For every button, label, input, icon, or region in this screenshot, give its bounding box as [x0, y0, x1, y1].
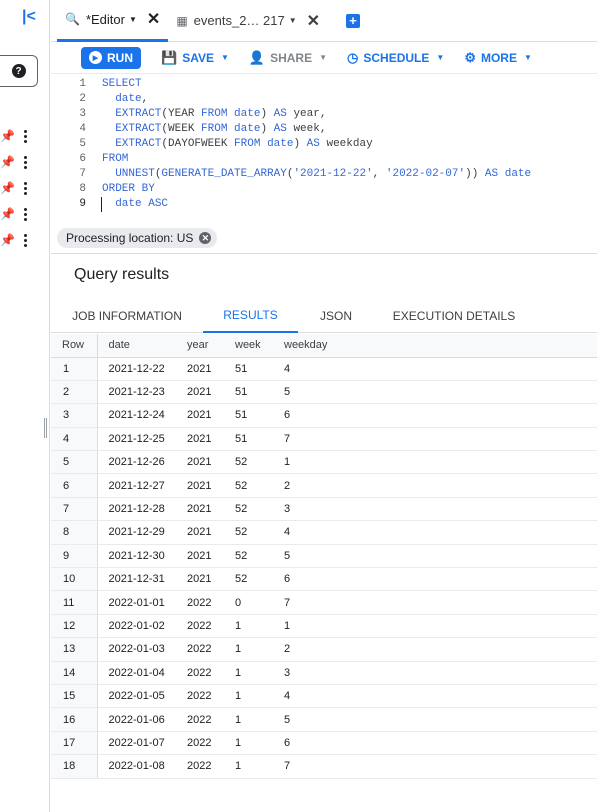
pin-icon[interactable]: 📌	[0, 129, 15, 143]
schedule-button[interactable]: ◷ SCHEDULE ▼	[347, 50, 444, 66]
pin-icon[interactable]: 📌	[0, 233, 15, 247]
line-number: 9	[79, 198, 86, 210]
line-number: 3	[79, 108, 86, 120]
chevron-down-icon[interactable]: ▼	[129, 15, 137, 24]
tab-label: *Editor	[85, 11, 125, 27]
run-label: RUN	[107, 50, 133, 65]
more-vert-icon[interactable]	[24, 182, 28, 197]
code-line: FROM	[102, 153, 129, 165]
pinned-item[interactable]: 📌	[0, 127, 40, 147]
close-icon[interactable]: ✕	[307, 11, 320, 31]
tab-execution-details[interactable]: EXECUTION DETAILS	[374, 298, 534, 333]
pinned-item[interactable]: 📌	[0, 205, 40, 225]
tab-job-information[interactable]: JOB INFORMATION	[51, 298, 203, 333]
save-button[interactable]: 💾 SAVE ▼	[161, 50, 229, 66]
tab-editor[interactable]: 🔍 *Editor ▼ ✕	[57, 0, 169, 42]
code-line: date,	[115, 93, 149, 105]
pinned-item[interactable]: 📌	[0, 179, 40, 199]
code-line: date ASC	[115, 198, 169, 210]
resize-handle[interactable]	[44, 418, 47, 438]
sql-editor[interactable]: 1 SELECT 2 date, 3 EXTRACT(YEAR FROM date…	[51, 77, 597, 225]
pin-icon[interactable]: 📌	[0, 207, 15, 221]
run-button[interactable]: ▶ RUN	[81, 46, 141, 69]
save-icon: 💾	[161, 49, 178, 65]
gear-icon: ⚙	[464, 49, 476, 65]
clock-icon: ◷	[347, 49, 359, 65]
processing-location-label: Processing location: US	[66, 231, 194, 245]
tab-results[interactable]: RESULTS	[203, 298, 298, 333]
left-sidebar: |< ? 📌 📌 📌 📌 📌	[0, 0, 50, 812]
pin-icon[interactable]: 📌	[0, 181, 15, 195]
editor-tabs: 🔍 *Editor ▼ ✕ ▦ events_2… 217 ▼ ✕ +	[51, 0, 597, 42]
more-vert-icon[interactable]	[24, 130, 28, 145]
help-icon: ?	[11, 64, 26, 78]
close-icon[interactable]: ✕	[147, 9, 160, 29]
processing-location-chip: Processing location: US ✕	[57, 228, 218, 248]
pin-icon[interactable]: 📌	[0, 155, 15, 169]
query-toolbar: ▶ RUN 💾 SAVE ▼ 👤 SHARE ▼ ◷ SCHEDULE ▼ ⚙ …	[51, 42, 597, 74]
add-tab-button[interactable]: +	[346, 13, 361, 28]
line-number: 5	[79, 138, 86, 150]
chevron-down-icon[interactable]: ▼	[289, 16, 297, 25]
tab-json[interactable]: JSON	[298, 298, 374, 333]
more-vert-icon[interactable]	[24, 156, 28, 171]
chevron-down-icon: ▼	[436, 53, 445, 62]
add-person-icon: 👤	[248, 49, 266, 65]
line-number: 1	[79, 78, 86, 90]
table-icon: ▦	[176, 13, 188, 28]
line-number: 4	[79, 123, 86, 135]
share-label: SHARE	[270, 50, 313, 65]
line-number: 7	[79, 168, 86, 180]
code-line: EXTRACT(WEEK FROM date) AS week,	[115, 123, 327, 135]
close-icon[interactable]: ✕	[199, 232, 212, 244]
schedule-label: SCHEDULE	[363, 50, 430, 65]
line-number: 6	[79, 153, 86, 165]
text-cursor	[101, 197, 102, 212]
help-button[interactable]: ?	[0, 55, 38, 87]
play-icon: ▶	[89, 51, 102, 64]
code-line: SELECT	[102, 78, 142, 90]
line-number: 2	[79, 93, 86, 105]
code-line: EXTRACT(DAYOFWEEK FROM date) AS weekday	[115, 138, 373, 150]
more-label: MORE	[480, 50, 517, 65]
chevron-down-icon: ▼	[319, 53, 328, 62]
chevron-down-icon: ▼	[220, 53, 229, 62]
code-line: UNNEST(GENERATE_DATE_ARRAY('2021-12-22',…	[115, 168, 532, 180]
collapse-left-icon[interactable]: |<	[22, 8, 36, 26]
tab-label: events_2… 217	[193, 13, 285, 28]
tab-events-table[interactable]: ▦ events_2… 217 ▼ ✕	[168, 0, 328, 42]
more-vert-icon[interactable]	[24, 208, 28, 223]
line-number: 8	[79, 183, 86, 195]
pinned-item[interactable]: 📌	[0, 231, 40, 251]
more-button[interactable]: ⚙ MORE ▼	[464, 50, 532, 66]
code-line: ORDER BY	[102, 183, 155, 195]
share-button[interactable]: 👤 SHARE ▼	[249, 50, 327, 66]
pinned-item[interactable]: 📌	[0, 153, 40, 173]
code-line: EXTRACT(YEAR FROM date) AS year,	[115, 108, 327, 120]
results-tabs: JOB INFORMATION RESULTS JSON EXECUTION D…	[51, 298, 597, 333]
chevron-down-icon: ▼	[523, 53, 532, 62]
save-label: SAVE	[182, 50, 214, 65]
query-icon: 🔍	[65, 12, 80, 26]
more-vert-icon[interactable]	[24, 234, 28, 249]
